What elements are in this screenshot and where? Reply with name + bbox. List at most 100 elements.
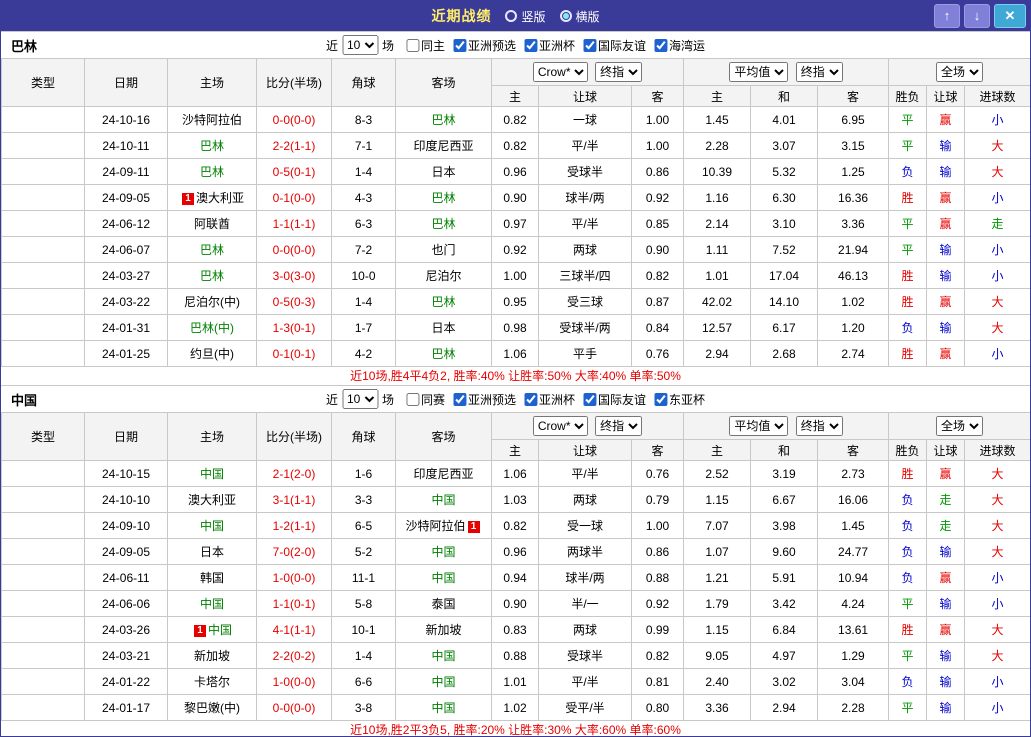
avg-home-odds: 1.21 [683,564,752,591]
result-goals: 小 [964,668,1030,695]
away-team: 中国 [395,668,492,695]
filter-checkbox[interactable] [405,38,419,52]
col-date: 日期 [84,58,168,107]
filter-check-item[interactable]: 同赛 [405,391,445,408]
layout-radio-horizontal[interactable]: 横版 [559,8,600,25]
avg-home-odds: 2.14 [683,210,752,237]
match-date: 24-06-11 [84,564,168,591]
avg-time-select[interactable]: 终指 [795,62,843,82]
avg-away-odds: 3.36 [817,210,890,237]
score: 7-0(2-0) [256,538,332,565]
subcol-result-goals: 进球数 [964,439,1030,461]
col-away: 客场 [395,412,492,461]
avg-time-select[interactable]: 终指 [795,416,843,436]
avg-select[interactable]: 平均值 [729,416,789,436]
filter-checkbox[interactable] [405,392,419,406]
filter-near-label: 近 [325,38,338,53]
avg-draw-odds: 2.94 [750,694,819,721]
odds-company-select[interactable]: Crow* [532,416,588,436]
home-team: 日本 [167,538,257,565]
match-date: 24-01-31 [84,314,168,341]
avg-away-odds: 1.25 [817,158,890,185]
match-count-select[interactable]: 10 [341,389,378,409]
home-team: 中国 [167,590,257,617]
result-goals: 小 [964,340,1030,367]
odds-time-select[interactable]: 终指 [595,416,643,436]
avg-away-odds: 21.94 [817,236,890,263]
corner-score: 7-2 [331,236,396,263]
result-handicap: 输 [926,642,966,669]
filter-options: 同主 亚洲预选 亚洲杯 国际友谊 海湾运 [398,37,705,54]
match-date: 24-06-07 [84,236,168,263]
filter-checkbox-label: 亚洲杯 [539,38,576,53]
corner-score: 4-2 [331,340,396,367]
match-date: 24-09-10 [84,512,168,539]
filter-check-item[interactable]: 东亚杯 [654,391,705,408]
move-down-button[interactable]: ↓ [964,4,990,28]
filter-check-item[interactable]: 亚洲杯 [524,391,575,408]
red-card-badge: 1 [467,521,480,533]
away-team: 印度尼西亚 [395,132,492,159]
home-team: 沙特阿拉伯 [167,106,257,133]
match-row: 亚洲预选 24-03-22 尼泊尔(中) 0-5(0-3) 1-4 巴林 0.95 受三球 0.… [1,288,1030,315]
avg-select[interactable]: 平均值 [729,62,789,82]
match-date: 24-03-26 [84,616,168,643]
scope-select[interactable]: 全场 [936,416,984,436]
match-type-badge: 亚洲预选 [1,564,85,591]
odds-away: 0.86 [630,538,685,565]
filter-check-item[interactable]: 亚洲预选 [452,37,516,54]
odds-away: 1.00 [630,512,685,539]
avg-draw-odds: 6.67 [750,486,819,513]
match-row: 亚洲预选 24-03-26 1 中国 4-1(1-1) 10-1 新加坡 0.83 两球 0.99… [1,616,1030,643]
match-date: 24-01-25 [84,340,168,367]
result-winlose: 平 [888,590,928,617]
filter-checkbox-label: 国际友谊 [598,392,647,407]
filter-check-item[interactable]: 国际友谊 [583,391,646,408]
col-type: 类型 [1,58,85,107]
score: 4-1(1-1) [256,616,332,643]
odds-away: 1.00 [630,106,685,133]
filter-check-item[interactable]: 同主 [405,37,445,54]
odds-home: 1.03 [491,486,539,513]
filter-checkbox[interactable] [524,392,538,406]
corner-score: 11-1 [331,564,396,591]
close-icon[interactable]: ✕ [994,4,1026,28]
avg-away-odds: 16.06 [817,486,890,513]
filter-checkbox[interactable] [524,38,538,52]
score: 1-2(1-1) [256,512,332,539]
away-team: 沙特阿拉伯 1 [395,512,492,539]
move-up-button[interactable]: ↑ [934,4,960,28]
avg-home-odds: 2.28 [683,132,752,159]
away-team: 尼泊尔 [395,262,492,289]
result-scope-header: 全场 [888,58,1030,86]
filter-checkbox[interactable] [583,392,597,406]
col-date: 日期 [84,412,168,461]
filter-checkbox[interactable] [654,392,668,406]
odds-company-select[interactable]: Crow* [532,62,588,82]
odds-time-select[interactable]: 终指 [595,62,643,82]
scope-select[interactable]: 全场 [936,62,984,82]
filter-checkbox[interactable] [654,38,668,52]
odds-handicap: 球半/两 [538,184,632,211]
filter-checkbox[interactable] [452,392,466,406]
home-team: 黎巴嫩(中) [167,694,257,721]
match-type-badge: 亚洲杯 [1,694,85,721]
filter-bar: 近 10 场 同主 亚洲预选 亚洲杯 国际友谊 海湾运 [326,35,705,55]
filter-checkbox[interactable] [583,38,597,52]
recent-results-window: 近期战绩 竖版 横版 ↑ ↓ ✕ 巴林 近 10 场 同主 亚洲预选 亚洲杯 国际友谊… [0,0,1031,737]
avg-home-odds: 9.05 [683,642,752,669]
filter-check-item[interactable]: 海湾运 [654,37,705,54]
match-date: 24-09-05 [84,538,168,565]
filter-check-item[interactable]: 国际友谊 [583,37,646,54]
layout-radio-vertical[interactable]: 竖版 [505,8,546,25]
result-goals: 小 [964,694,1030,721]
score: 0-5(0-1) [256,158,332,185]
result-winlose: 平 [888,132,928,159]
filter-checkbox[interactable] [452,38,466,52]
result-handicap: 走 [926,486,966,513]
match-count-select[interactable]: 10 [341,35,378,55]
filter-check-item[interactable]: 亚洲预选 [452,391,516,408]
filter-check-item[interactable]: 亚洲杯 [524,37,575,54]
odds-home: 1.06 [491,460,539,487]
odds-home: 0.82 [491,132,539,159]
